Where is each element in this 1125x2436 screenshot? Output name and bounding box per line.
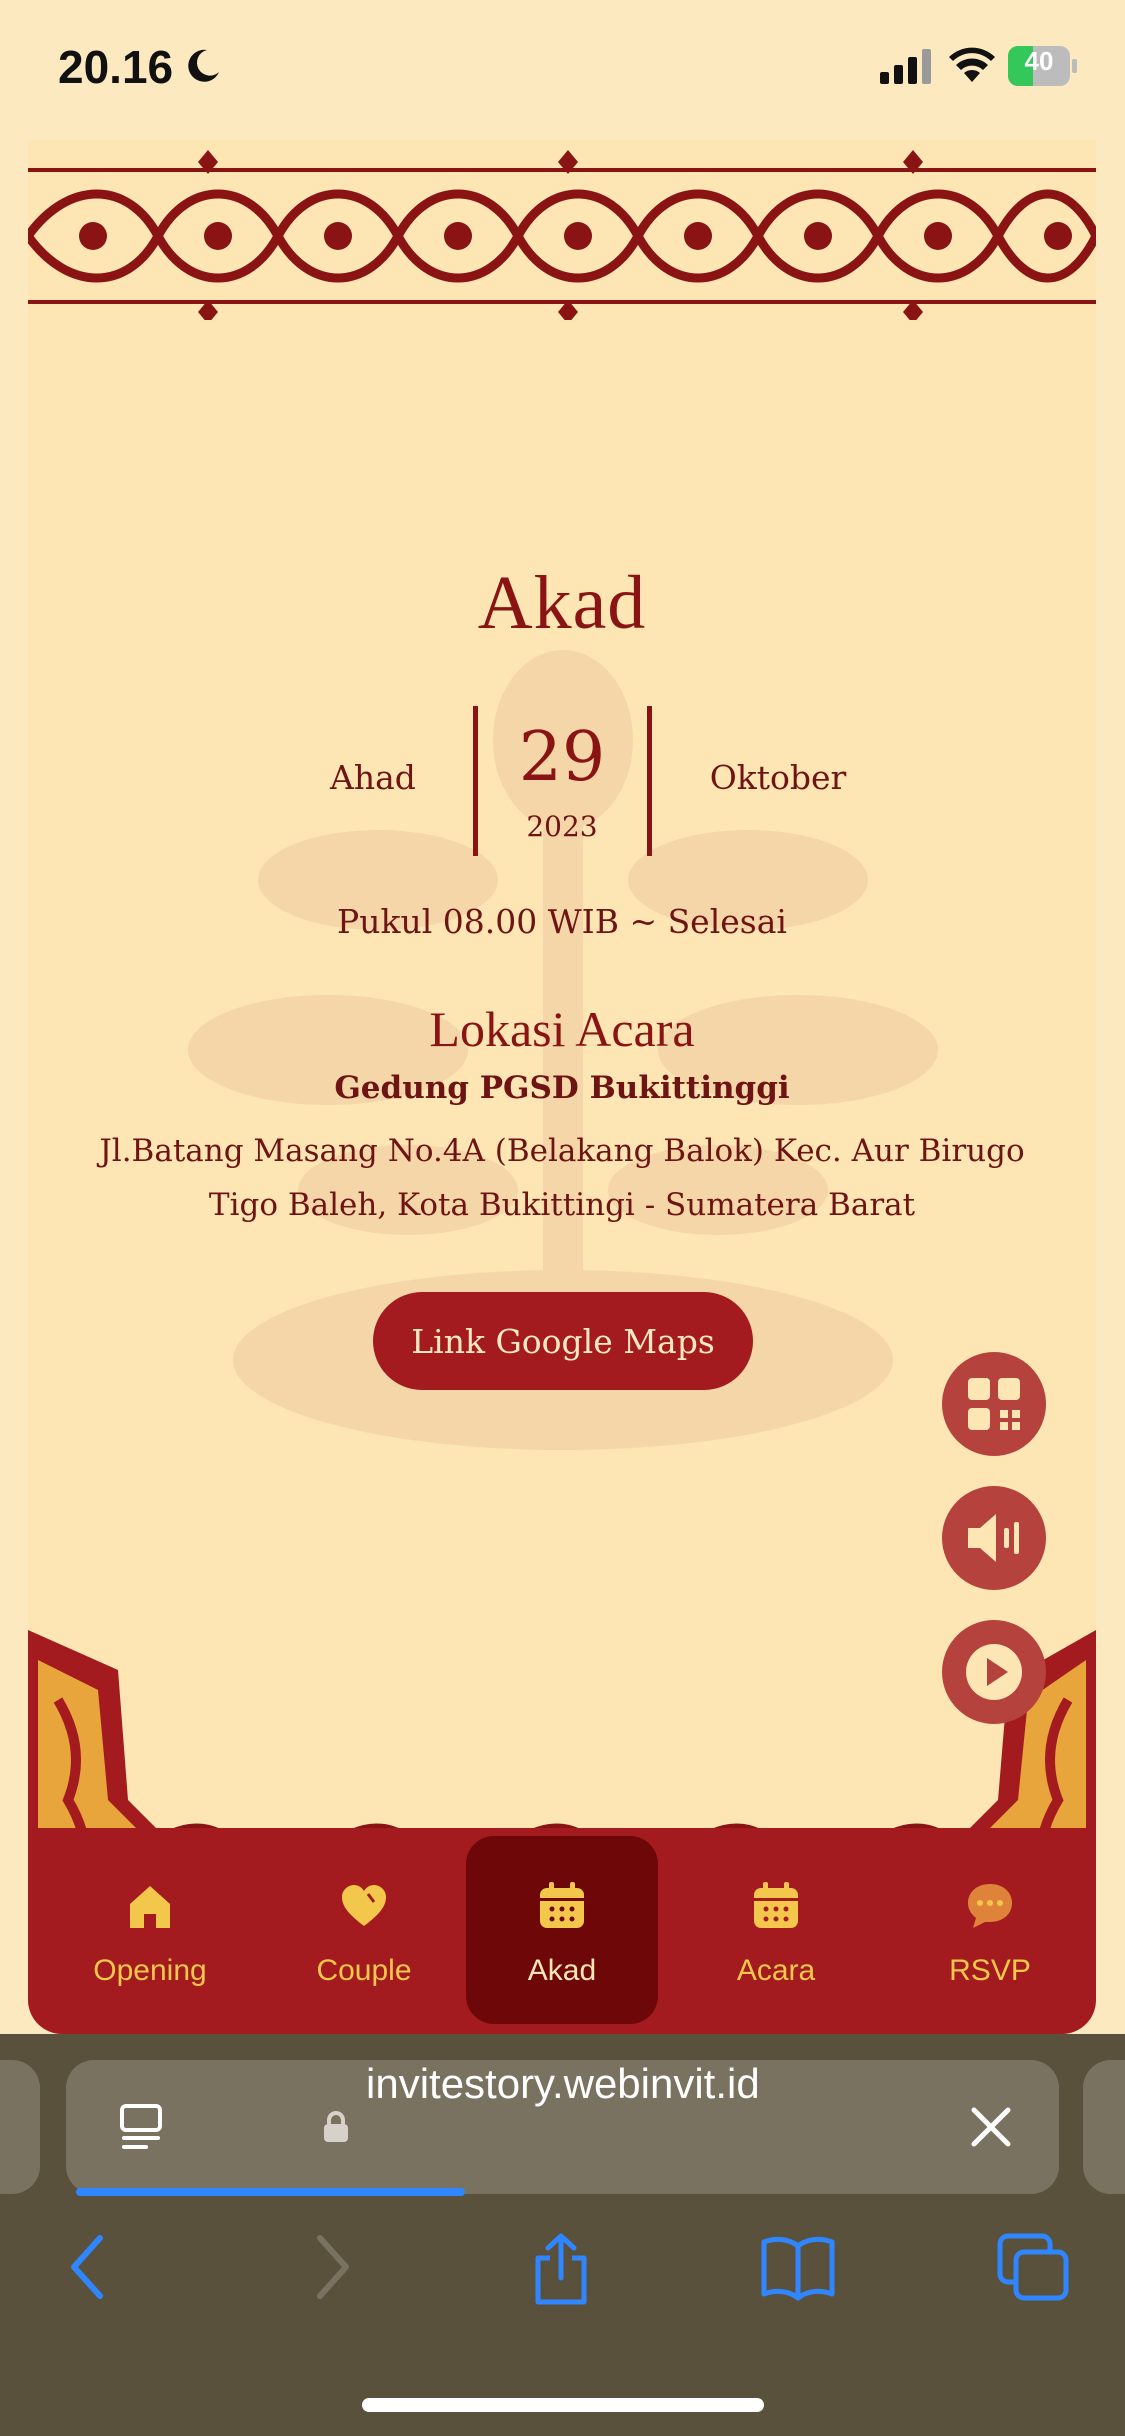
nav-opening-label: Opening xyxy=(93,1954,207,1987)
url-text: invitestory.webinvit.id xyxy=(366,2060,760,2107)
nav-akad[interactable]: Akad xyxy=(466,1836,658,2024)
forward-icon[interactable] xyxy=(306,2232,356,2302)
date-divider-right xyxy=(647,706,652,856)
event-month: Oktober xyxy=(709,758,847,797)
status-bar: 20.16 40 xyxy=(0,0,1125,140)
event-year: 2023 xyxy=(526,810,598,843)
venue-name: Gedung PGSD Bukittinggi xyxy=(334,1070,790,1106)
previous-tab-preview[interactable] xyxy=(0,2060,40,2194)
calendar-icon xyxy=(540,1882,584,1928)
share-icon[interactable] xyxy=(528,2232,594,2308)
battery-level: 40 xyxy=(1024,46,1054,76)
section-title: Akad xyxy=(477,561,647,645)
lock-icon xyxy=(324,2111,348,2142)
sound-toggle-button[interactable] xyxy=(942,1486,1046,1590)
browser-chrome: invitestory.webinvit.id xyxy=(0,2034,1125,2436)
tabs-icon[interactable] xyxy=(996,2232,1072,2302)
ornament-border-top xyxy=(28,150,1096,320)
address-bar[interactable]: invitestory.webinvit.id xyxy=(66,2060,1059,2194)
autoplay-button[interactable] xyxy=(942,1620,1046,1724)
play-icon xyxy=(966,1644,1022,1700)
invitation-card: Akad Ahad 29 2023 Oktober Pukul 08.00 WI… xyxy=(28,140,1096,2033)
nav-acara-label: Acara xyxy=(736,1954,816,1987)
page-load-progress xyxy=(76,2188,465,2196)
event-date: 29 xyxy=(518,718,606,797)
heart-icon xyxy=(342,1885,386,1926)
qr-code-button[interactable] xyxy=(942,1352,1046,1456)
nav-akad-label: Akad xyxy=(527,1954,597,1987)
nav-couple[interactable]: Couple xyxy=(268,1836,460,2024)
venue-address: Jl.Batang Masang No.4A (Belakang Balok) … xyxy=(99,1133,1025,1223)
event-time: Pukul 08.00 WIB ~ Selesai xyxy=(337,902,787,941)
location-title: Lokasi Acara xyxy=(429,1001,695,1057)
signal-icon xyxy=(880,49,931,84)
status-time: 20.16 xyxy=(58,41,174,93)
bottom-navigation: Opening Couple Akad Acara RSVP xyxy=(28,1828,1096,2034)
battery-icon: 40 xyxy=(1008,46,1078,86)
qr-code-icon xyxy=(968,1378,1020,1430)
nav-rsvp-label: RSVP xyxy=(949,1954,1031,1987)
google-maps-link-button[interactable]: Link Google Maps xyxy=(373,1292,753,1390)
speaker-icon xyxy=(968,1514,1019,1562)
date-divider-left xyxy=(473,706,478,856)
chat-icon xyxy=(968,1884,1012,1928)
nav-rsvp[interactable]: RSVP xyxy=(894,1836,1086,2024)
wifi-icon xyxy=(949,47,995,82)
back-icon[interactable] xyxy=(64,2232,114,2302)
nav-acara[interactable]: Acara xyxy=(680,1836,872,2024)
calendar-icon xyxy=(754,1882,798,1928)
home-icon xyxy=(130,1886,170,1928)
home-indicator[interactable] xyxy=(362,2398,764,2412)
bookmarks-icon[interactable] xyxy=(760,2232,836,2302)
event-day: Ahad xyxy=(330,758,416,797)
close-icon[interactable] xyxy=(966,2102,1016,2152)
moon-icon xyxy=(188,49,219,82)
nav-couple-label: Couple xyxy=(316,1954,412,1987)
nav-opening[interactable]: Opening xyxy=(54,1836,246,2024)
next-tab-preview[interactable] xyxy=(1083,2060,1125,2194)
reader-mode-icon[interactable] xyxy=(116,2102,166,2152)
